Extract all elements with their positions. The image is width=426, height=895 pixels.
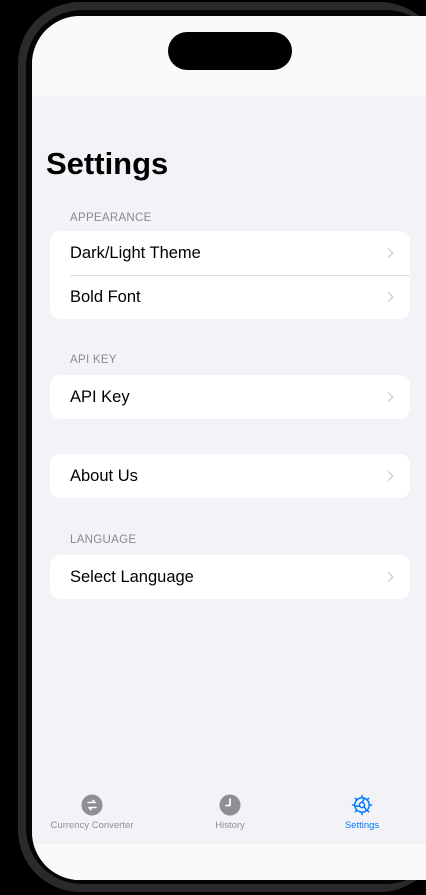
status-area (32, 16, 426, 96)
bold-font-row[interactable]: Bold Font (50, 275, 410, 319)
tab-history[interactable]: History (175, 794, 285, 831)
tab-currency-converter[interactable]: Currency Converter (37, 794, 147, 831)
chevron-right-icon (383, 248, 394, 258)
chevron-right-icon (383, 471, 394, 481)
tab-label: History (215, 820, 245, 831)
language-card: Select Language (50, 555, 410, 599)
dynamic-island (168, 32, 292, 70)
chevron-right-icon (383, 392, 394, 402)
about-us-row[interactable]: About Us (50, 454, 410, 498)
tab-bar: Currency Converter History Settings (32, 786, 426, 844)
clock-icon (219, 794, 241, 816)
row-label: About Us (70, 466, 138, 485)
dark-light-theme-row[interactable]: Dark/Light Theme (50, 231, 410, 275)
section-header-appearance: APPEARANCE (70, 212, 152, 224)
page-title: Settings (46, 146, 169, 181)
chevron-right-icon (383, 572, 394, 582)
row-label: Dark/Light Theme (70, 243, 201, 262)
tab-label: Settings (344, 820, 380, 831)
row-label: Select Language (70, 567, 194, 586)
row-label: Bold Font (70, 287, 141, 306)
appearance-card: Dark/Light Theme Bold Font (50, 231, 410, 319)
currency-exchange-icon (81, 794, 103, 816)
api-key-row[interactable]: API Key (50, 375, 410, 419)
select-language-row[interactable]: Select Language (50, 555, 410, 599)
api-key-card: API Key (50, 375, 410, 419)
row-label: API Key (70, 387, 130, 406)
home-indicator-area (32, 844, 426, 880)
tab-settings[interactable]: Settings (307, 794, 417, 831)
gear-icon (351, 794, 373, 816)
chevron-right-icon (383, 292, 394, 302)
section-header-api-key: API KEY (70, 354, 117, 366)
section-header-language: LANGUAGE (70, 534, 137, 546)
app-screen: Settings APPEARANCE Dark/Light Theme Bol… (32, 16, 426, 880)
about-card: About Us (50, 454, 410, 498)
tab-label: Currency Converter (50, 820, 134, 831)
